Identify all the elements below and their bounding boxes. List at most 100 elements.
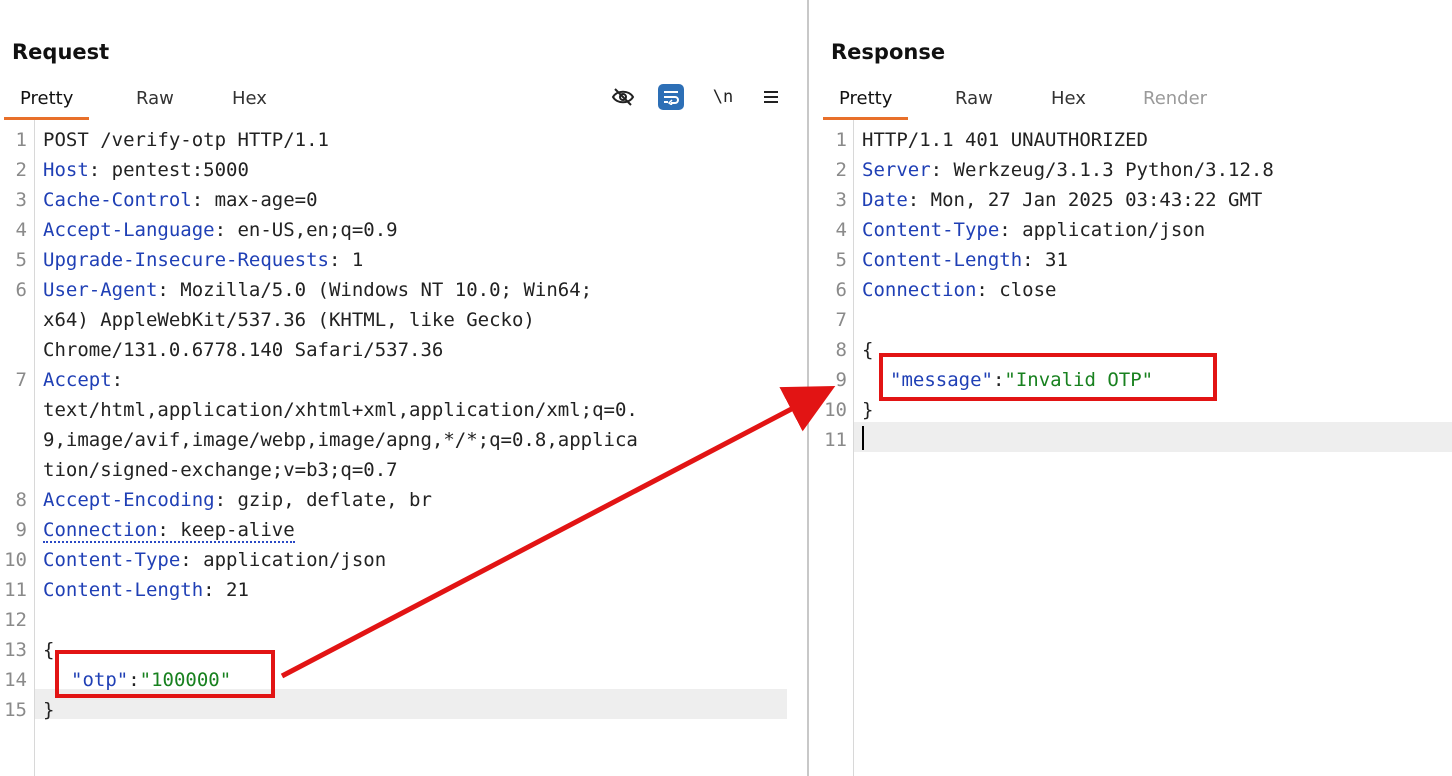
line-number: 5 [835,249,847,271]
code-line: 9,image/avif,image/webp,image/apng,*/*;q… [43,429,638,451]
header-name: Date [862,189,908,211]
header-name: Content-Length [43,579,204,601]
response-tab-hex[interactable]: Hex [1035,86,1102,120]
header-value: : Werkzeug/3.1.3 Python/3.12.8 [930,159,1274,181]
header-value: : application/json [999,219,1206,241]
code-line: text/html,application/xhtml+xml,applicat… [43,399,638,421]
line-number: 2 [835,159,847,181]
newline-toggle-icon[interactable]: \n [708,82,738,112]
header-name: Host [43,159,89,181]
header-name: Accept-Language [43,219,215,241]
line-number: 7 [15,369,27,391]
header-value: : gzip, deflate, br [214,489,432,511]
header-value: : 31 [1022,249,1068,271]
line-number: 1 [835,129,847,151]
line-number: 9 [15,519,27,541]
header-name: Upgrade-Insecure-Requests [43,249,329,271]
response-tab-pretty[interactable]: Pretty [823,86,909,120]
request-title: Request [12,40,110,64]
text-caret [862,426,864,450]
connection-header-underline: Connection: keep-alive [43,519,295,543]
line-number: 3 [835,189,847,211]
response-gutter: 1 2 3 4 5 6 7 8 9 10 11 [809,120,854,776]
line-number: 6 [835,279,847,301]
line-number: 13 [4,639,27,661]
code-line: Date: Mon, 27 Jan 2025 03:43:22 GMT [862,185,1262,215]
header-value: : application/json [180,549,387,571]
eye-slash-icon[interactable] [608,82,638,112]
line-number: 8 [835,339,847,361]
header-value: : en-US,en;q=0.9 [214,219,398,241]
code-line: Content-Length: 21 [43,575,249,605]
code-line: tion/signed-exchange;v=b3;q=0.7 [43,459,398,481]
header-value: : Mon, 27 Jan 2025 03:43:22 GMT [907,189,1263,211]
line-number: 14 [4,669,27,691]
line-number: 15 [4,699,27,721]
line-number: 7 [835,309,847,331]
code-line: Cache-Control: max-age=0 [43,185,318,215]
header-name: Accept [43,369,112,391]
code-line: Content-Length: 31 [862,245,1068,275]
line-number: 4 [835,219,847,241]
response-tab-render[interactable]: Render [1127,86,1223,120]
request-gutter: 1 2 3 4 5 6 7 8 9 10 11 12 13 14 15 [0,120,35,776]
request-tab-hex[interactable]: Hex [216,86,283,120]
line-number: 9 [835,369,847,391]
code-line: Content-Type: application/json [43,545,386,575]
header-name: User-Agent [43,279,158,301]
code-line: } [862,399,874,421]
code-line: Accept-Language: en-US,en;q=0.9 [43,215,398,245]
header-value: : Mozilla/5.0 (Windows NT 10.0; Win64; [157,279,593,301]
line-number: 10 [824,399,847,421]
code-line: { [43,639,55,661]
line-number: 11 [824,429,847,451]
header-name: Content-Type [43,549,181,571]
header-value: : keep-alive [157,519,295,541]
header-name: Server [862,159,931,181]
line-number: 5 [15,249,27,271]
line-number [0,335,27,365]
code-line: Connection: keep-alive [43,515,295,545]
header-value: : [111,369,124,391]
code-line: Host: pentest:5000 [43,155,249,185]
line-number [0,395,27,425]
response-editor[interactable]: 1 2 3 4 5 6 7 8 9 10 11 HTTP/1.1 401 UNAUTHORIZED S… [809,120,1452,776]
line-number: 10 [4,549,27,571]
header-name: Content-Length [862,249,1023,271]
response-tabs: Pretty Raw Hex Render [809,86,1452,120]
line-number [0,305,27,335]
code-line: Upgrade-Insecure-Requests: 1 [43,245,363,275]
code-line: Accept-Encoding: gzip, deflate, br [43,485,432,515]
hamburger-menu-icon[interactable] [756,82,786,112]
line-number: 4 [15,219,27,241]
code-line: Server: Werkzeug/3.1.3 Python/3.12.8 [862,155,1274,185]
code-line: POST /verify-otp HTTP/1.1 [43,129,329,151]
line-number [0,455,27,485]
code-line: } [43,699,55,721]
code-line: Content-Type: application/json [862,215,1205,245]
line-number [0,425,27,455]
line-number: 3 [15,189,27,211]
request-tab-raw[interactable]: Raw [120,86,190,120]
code-line: { [862,339,874,361]
code-line: Accept: [43,365,123,395]
header-value: : pentest:5000 [88,159,249,181]
header-value: : 21 [203,579,249,601]
request-tab-pretty[interactable]: Pretty [4,86,90,120]
wrap-lines-icon[interactable] [658,84,684,110]
current-line-highlight [854,422,1452,452]
code-line: Chrome/131.0.6778.140 Safari/537.36 [43,339,444,361]
response-tab-raw[interactable]: Raw [939,86,1009,120]
code-line: User-Agent: Mozilla/5.0 (Windows NT 10.0… [43,275,592,305]
line-number: 8 [15,489,27,511]
line-number: 1 [15,129,27,151]
otp-highlight-box [55,650,275,698]
line-number: 12 [4,609,27,631]
line-number: 2 [15,159,27,181]
message-highlight-box [879,353,1217,401]
header-name: Connection [862,279,977,301]
header-value: : close [976,279,1057,301]
response-title: Response [831,40,946,64]
header-name: Cache-Control [43,189,192,211]
header-name: Content-Type [862,219,1000,241]
